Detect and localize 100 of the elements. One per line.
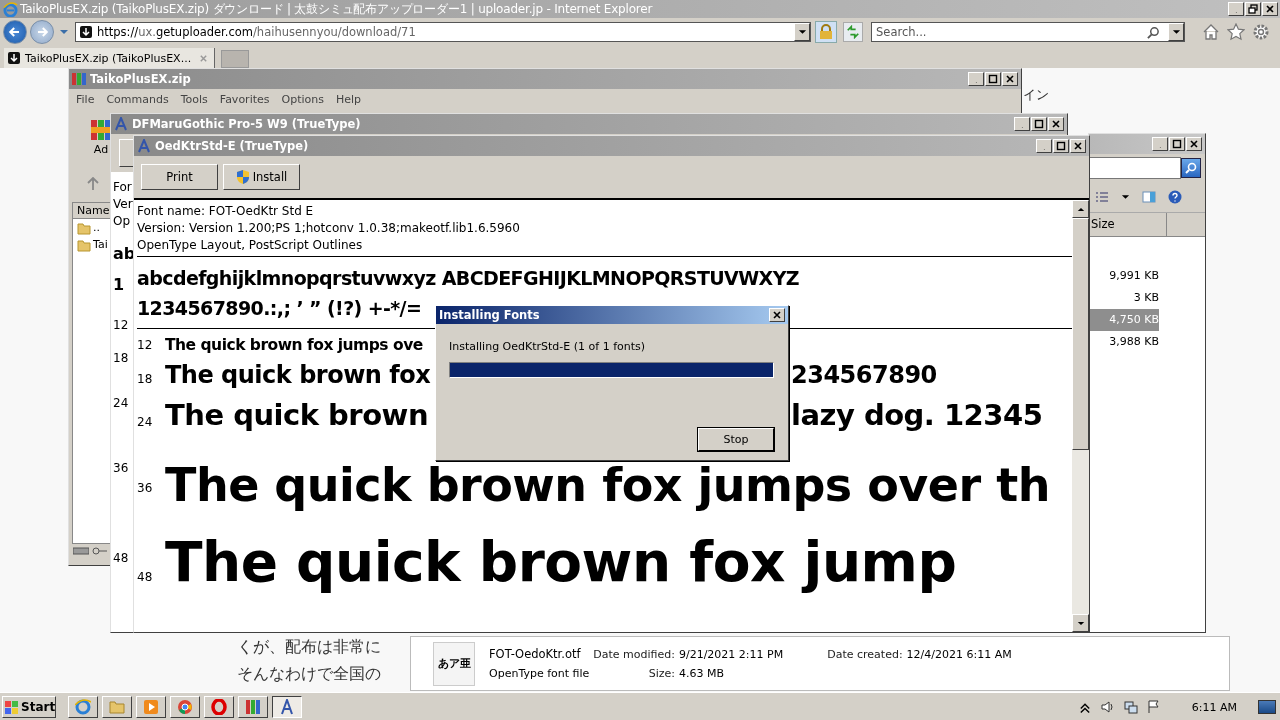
preview-text: 24 — [113, 396, 129, 410]
install-button[interactable]: Install — [223, 164, 300, 190]
caret-icon[interactable] — [1121, 194, 1130, 200]
caret-icon — [1171, 29, 1181, 35]
taskbar-font-button[interactable] — [272, 696, 302, 718]
maximize-button[interactable] — [1053, 139, 1069, 153]
drive-icon — [73, 547, 89, 555]
lock-button[interactable] — [815, 21, 837, 43]
menu-item[interactable]: Favorites — [219, 92, 270, 106]
file-size[interactable]: 3 KB — [1089, 287, 1159, 309]
settings-icon[interactable] — [1252, 23, 1270, 41]
ie-icon — [75, 699, 91, 715]
close-icon — [1265, 4, 1275, 14]
file-size[interactable]: 9,991 KB — [1089, 265, 1159, 287]
preview-text: Op — [113, 214, 131, 228]
property-value: 9/21/2021 2:11 PM — [678, 647, 784, 661]
point-size: 36 — [137, 481, 154, 497]
close-button[interactable] — [769, 308, 785, 322]
minimize-button[interactable] — [1036, 139, 1052, 153]
url-text: https://ux.getuploader.com/haihusennyou/download/71 — [97, 25, 416, 39]
file-size[interactable]: 3,988 KB — [1089, 331, 1159, 353]
property-label: Size: — [647, 667, 675, 680]
status-message: Installing OedKtrStd-E (1 of 1 fonts) — [449, 340, 647, 353]
search-button[interactable] — [1181, 158, 1201, 178]
network-icon[interactable] — [1123, 700, 1138, 714]
minimize-button[interactable] — [1228, 2, 1244, 16]
home-icon[interactable] — [1202, 23, 1220, 41]
taskbar-ie-button[interactable] — [68, 696, 98, 718]
minimize-button[interactable] — [968, 72, 984, 86]
sample-text: lazy dog. 12345 — [791, 401, 1043, 430]
flag-icon[interactable] — [1146, 700, 1161, 714]
search-box[interactable]: Search... — [871, 22, 1185, 42]
window-title: TaikoPlusEX.zip — [90, 72, 191, 86]
speaker-icon[interactable] — [1100, 700, 1115, 714]
back-button[interactable] — [3, 20, 27, 44]
menu-item[interactable]: Options — [281, 92, 324, 106]
preview-pane-icon[interactable] — [1142, 190, 1156, 204]
window-title: OedKtrStd-E (TrueType) — [155, 139, 309, 153]
browser-tab[interactable]: TaikoPlusEX.zip (TaikoPlusEX... — [4, 48, 216, 68]
maximize-button[interactable] — [1031, 117, 1047, 131]
window-title: TaikoPlusEX.zip (TaikoPlusEX.zip) ダウンロード | 太鼓シミュ配布アップローダー1 | uploader.jp - Internet Explorer — [20, 0, 653, 18]
close-button[interactable] — [1262, 2, 1278, 16]
taskbar-media-button[interactable] — [136, 696, 166, 718]
scrollbar[interactable] — [1072, 200, 1089, 632]
menu-item[interactable]: File — [76, 92, 95, 106]
search-field[interactable]: Search... — [872, 23, 1142, 41]
font-info-text: Version: Version 1.200;PS 1;hotconv 1.0.38;makeotf.lib1.6.5960 — [137, 220, 521, 237]
address-field[interactable]: https://ux.getuploader.com/haihusennyou/download/71 — [75, 22, 811, 42]
star-icon[interactable] — [1227, 23, 1245, 41]
dropdown-button[interactable] — [1168, 23, 1184, 41]
taskbar-chrome-button[interactable] — [170, 696, 200, 718]
close-icon — [1073, 141, 1083, 151]
books-icon[interactable] — [91, 117, 111, 143]
close-button[interactable] — [1002, 72, 1018, 86]
maximize-button[interactable] — [1169, 137, 1185, 151]
file-name[interactable]: .. — [93, 221, 100, 234]
preview-text: 12 — [113, 318, 129, 332]
minimize-button[interactable] — [1014, 117, 1030, 131]
clock[interactable]: 6:11 AM — [1191, 700, 1237, 714]
taskbar-folder-button[interactable] — [102, 696, 132, 718]
forward-button[interactable] — [30, 20, 54, 44]
down-arrow-icon[interactable] — [1076, 620, 1085, 626]
minimize-button[interactable] — [1152, 137, 1168, 151]
sample-text: 234567890 — [791, 363, 937, 387]
winrar-icon — [245, 699, 261, 715]
show-desktop-button[interactable] — [1258, 700, 1276, 714]
up-arrow-icon[interactable] — [1076, 206, 1085, 212]
refresh-button[interactable] — [843, 22, 863, 42]
point-size: 24 — [137, 415, 154, 430]
restore-button[interactable] — [1245, 2, 1261, 16]
property-label: Date created: — [827, 647, 903, 661]
toolbar-label: Ad — [93, 143, 109, 156]
ie-logo-icon — [3, 1, 18, 17]
books-icon — [72, 72, 86, 86]
preview-text: 36 — [113, 461, 129, 475]
close-button[interactable] — [1070, 139, 1086, 153]
taskbar-winrar-button[interactable] — [238, 696, 268, 718]
column-header[interactable]: Name — [73, 203, 113, 219]
start-button[interactable]: Start — [2, 696, 56, 718]
windows-flag-icon — [5, 700, 19, 714]
help-icon[interactable] — [1168, 190, 1182, 204]
taskbar-opera-button[interactable] — [204, 696, 234, 718]
page-text: イン — [1023, 86, 1049, 104]
search-field[interactable] — [1089, 157, 1181, 179]
menu-item[interactable]: Commands — [106, 92, 169, 106]
close-button[interactable] — [1186, 137, 1202, 151]
search-icon — [1147, 25, 1160, 39]
file-name: FOT-OedoKtr.otf — [489, 647, 582, 661]
maximize-button[interactable] — [985, 72, 1001, 86]
close-button[interactable] — [1048, 117, 1064, 131]
file-name[interactable]: Tai — [93, 238, 108, 251]
dropdown-button[interactable] — [794, 23, 810, 41]
print-button[interactable]: Print — [141, 164, 218, 190]
menu-item[interactable]: Tools — [180, 92, 208, 106]
stop-button[interactable]: Stop — [698, 428, 774, 451]
page-text: そんなわけで全国の — [237, 664, 381, 685]
sample-text: The quick brown fox jumps ove — [165, 337, 423, 353]
close-icon — [772, 310, 782, 320]
menu-item[interactable]: Help — [335, 92, 362, 106]
font-icon — [279, 699, 295, 715]
